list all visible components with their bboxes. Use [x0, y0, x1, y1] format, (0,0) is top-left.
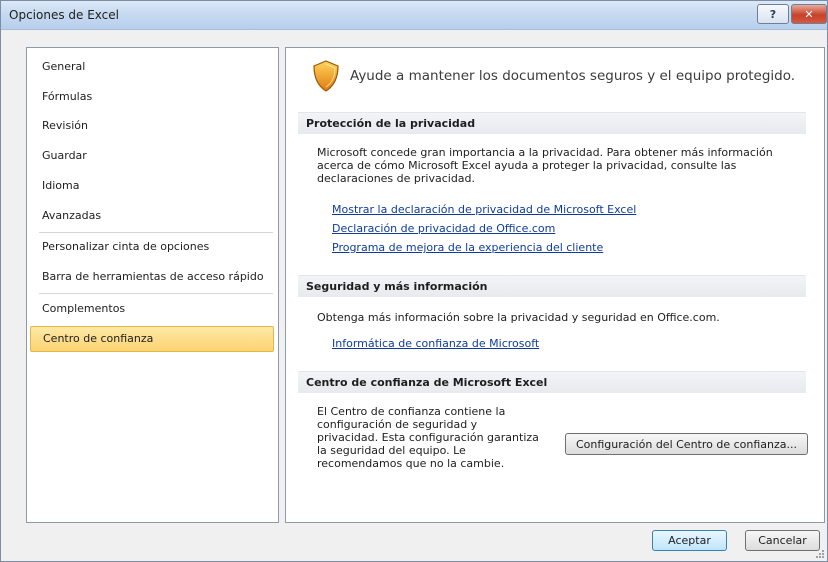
cancel-label: Cancelar [758, 534, 807, 547]
close-icon: ✕ [804, 7, 814, 21]
nav-item-guardar[interactable]: Guardar [30, 143, 274, 169]
window-title: Opciones de Excel [9, 8, 119, 22]
content-panel: Ayude a mantener los documentos seguros … [285, 47, 825, 523]
privacy-description: Microsoft concede gran importancia a la … [317, 146, 807, 185]
nav-item-quick-access-toolbar[interactable]: Barra de herramientas de acceso rápido [30, 264, 274, 290]
nav-item-idioma[interactable]: Idioma [30, 173, 274, 199]
security-description: Obtenga más información sobre la privaci… [317, 311, 720, 324]
nav-item-avanzadas[interactable]: Avanzadas [30, 203, 274, 229]
trust-center-settings-button[interactable]: Configuración del Centro de confianza... [565, 433, 808, 455]
customer-experience-program-link[interactable]: Programa de mejora de la experiencia del… [332, 241, 603, 254]
nav-item-label: Avanzadas [42, 209, 102, 222]
shield-icon [313, 60, 339, 92]
nav-item-revision[interactable]: Revisión [30, 113, 274, 139]
nav-divider [39, 232, 273, 233]
nav-item-general[interactable]: General [30, 54, 274, 80]
trust-center-text-line: privacidad. Esta configuración garantiza [317, 431, 539, 444]
security-section-header: Seguridad y más información [298, 275, 806, 297]
title-bar[interactable]: Opciones de Excel ? ✕ [1, 1, 827, 30]
trust-center-description: El Centro de confianza contiene la confi… [317, 405, 557, 470]
options-nav: General Fórmulas Revisión Guardar Idioma… [26, 47, 279, 523]
nav-item-complementos[interactable]: Complementos [30, 296, 274, 322]
options-dialog: Opciones de Excel ? ✕ General Fórmulas R… [0, 0, 828, 562]
nav-item-label: Guardar [42, 149, 87, 162]
trust-center-settings-label: Configuración del Centro de confianza... [575, 437, 797, 451]
nav-item-label: Barra de herramientas de acceso rápido [42, 270, 264, 283]
nav-divider [39, 293, 273, 294]
cancel-button[interactable]: Cancelar [745, 530, 820, 551]
nav-item-label: Centro de confianza [43, 332, 154, 345]
nav-item-label: Idioma [42, 179, 80, 192]
excel-privacy-statement-link[interactable]: Mostrar la declaración de privacidad de … [332, 203, 636, 216]
office-privacy-statement-link[interactable]: Declaración de privacidad de Office.com [332, 222, 555, 235]
nav-item-label: Personalizar cinta de opciones [42, 240, 210, 253]
nav-item-customize-ribbon[interactable]: Personalizar cinta de opciones [30, 234, 274, 260]
resize-grip-icon[interactable] [815, 549, 825, 559]
page-headline: Ayude a mantener los documentos seguros … [350, 68, 796, 84]
nav-item-label: Revisión [42, 119, 88, 132]
nav-item-trust-center[interactable]: Centro de confianza [30, 326, 274, 352]
help-button[interactable]: ? [757, 4, 789, 24]
privacy-text-line: Microsoft concede gran importancia a la … [317, 146, 773, 159]
privacy-text-line: declaraciones de privacidad. [317, 172, 476, 185]
ok-label: Aceptar [668, 534, 711, 547]
nav-item-label: Fórmulas [42, 90, 93, 103]
privacy-text-line: acerca de cómo Microsoft Excel ayuda a p… [317, 159, 737, 172]
close-button[interactable]: ✕ [791, 4, 827, 24]
help-icon: ? [769, 7, 777, 21]
privacy-section-header: Protección de la privacidad [298, 112, 806, 134]
ok-button[interactable]: Aceptar [652, 530, 727, 551]
nav-item-formulas[interactable]: Fórmulas [30, 84, 274, 110]
trust-center-section-header: Centro de confianza de Microsoft Excel [298, 371, 806, 393]
trust-center-text-line: la seguridad del equipo. Le [317, 444, 466, 457]
trust-center-text-line: El Centro de confianza contiene la [317, 405, 506, 418]
trustworthy-computing-link[interactable]: Informática de confianza de Microsoft [332, 337, 539, 350]
nav-item-label: Complementos [42, 302, 126, 315]
nav-item-label: General [42, 60, 86, 73]
trust-center-text-line: recomendamos que no la cambie. [317, 457, 505, 470]
trust-center-text-line: configuración de seguridad y [317, 418, 478, 431]
